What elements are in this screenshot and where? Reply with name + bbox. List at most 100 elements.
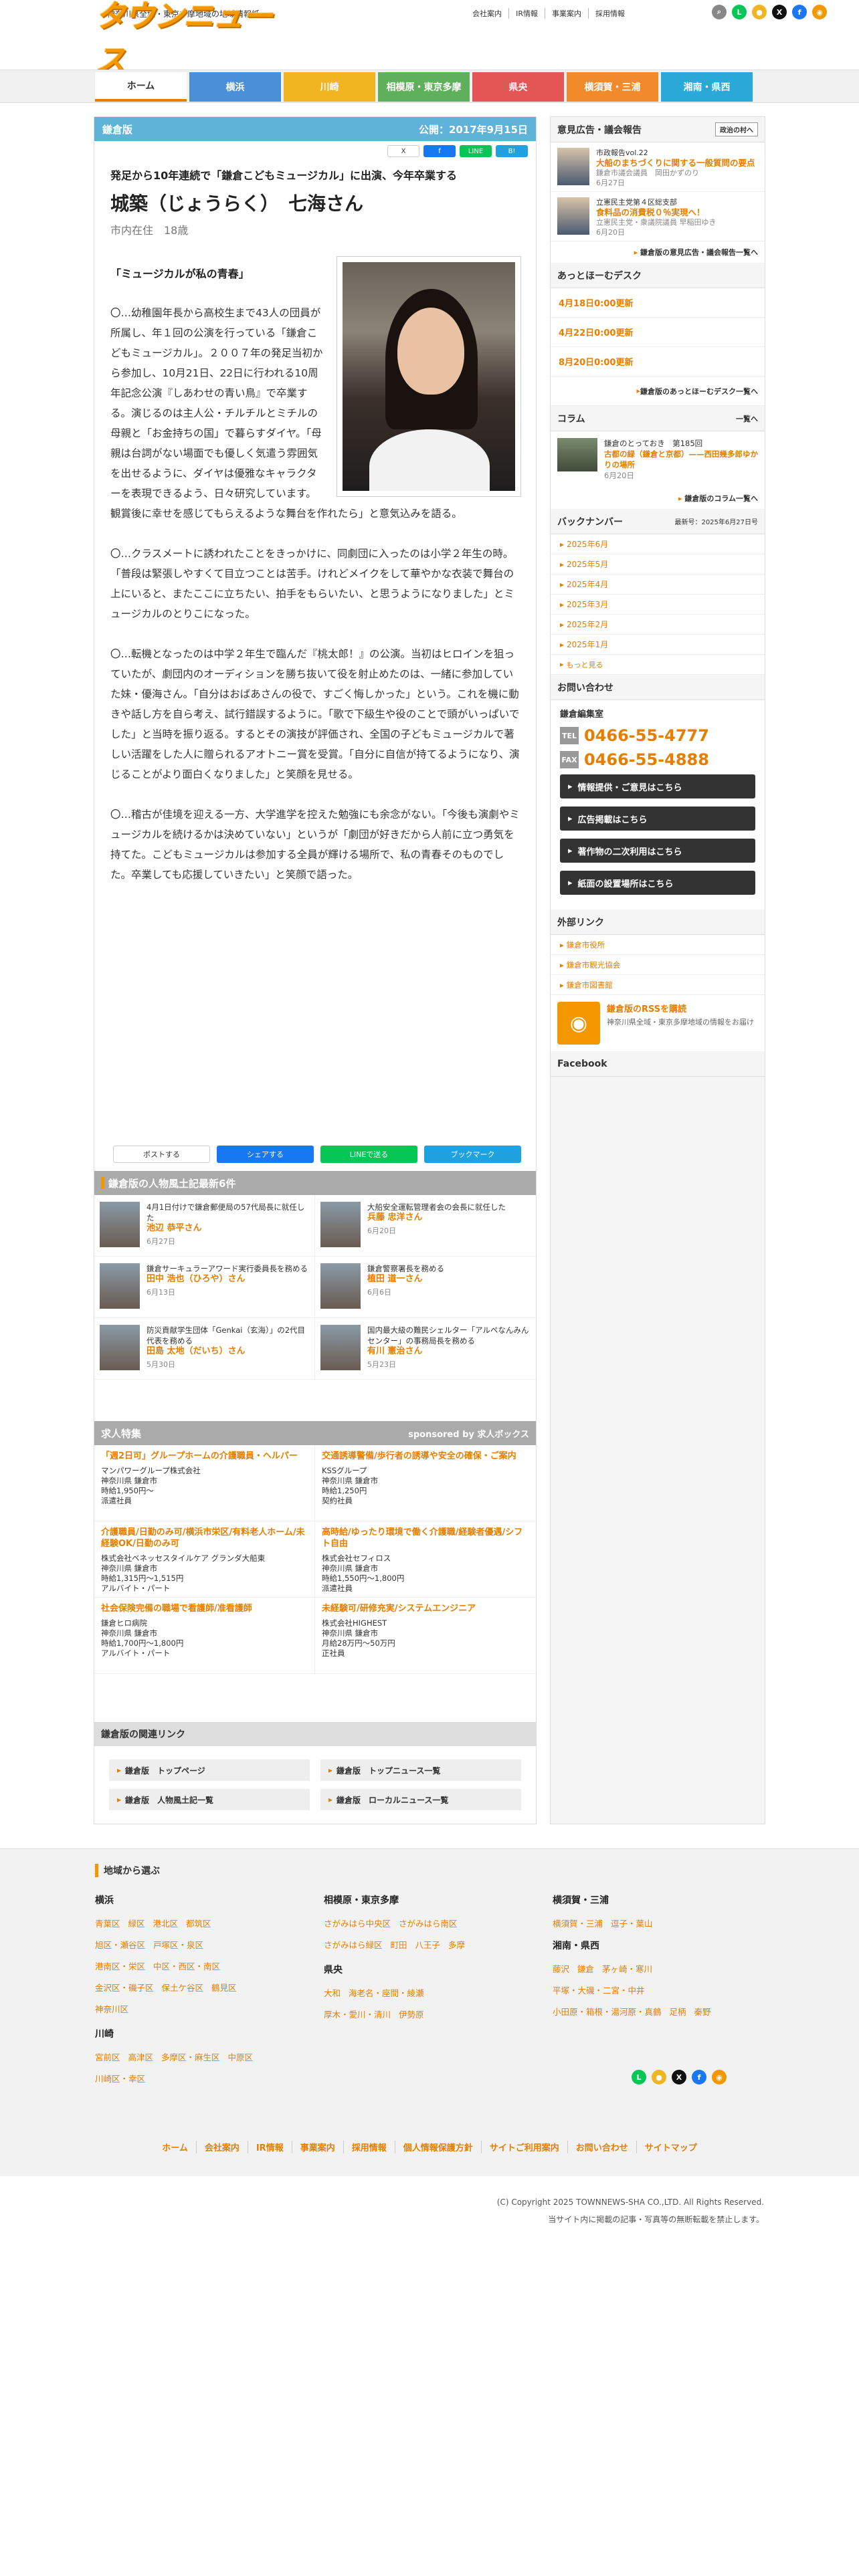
tab-shonan[interactable]: 湘南・県西 [661,72,753,102]
footer-link[interactable]: 港南区・栄区 [95,1961,145,1971]
job-item[interactable]: 未経験可/研修充実/システムエンジニア 株式会社HIGHEST 神奈川県 鎌倉市 月給… [315,1598,536,1674]
chat-icon[interactable]: ● [652,2070,666,2084]
backnumber-item[interactable]: 2025年5月 [551,554,765,574]
share-hatena-small[interactable]: B! [496,145,528,157]
link-business[interactable]: 事業案内 [545,8,589,19]
footer-link[interactable]: 多摩 [448,1940,465,1950]
tab-home[interactable]: ホーム [95,72,187,102]
footer-link[interactable]: 茅ヶ崎・寒川 [602,1964,652,1974]
rss-icon[interactable]: ◉ [812,5,827,19]
tel-number[interactable]: 0466-55-4777 [584,726,709,745]
share-facebook-button[interactable]: シェアする [217,1146,314,1163]
footer-link[interactable]: 港北区 [153,1919,179,1929]
footer-nav-link[interactable]: 個人情報保護方針 [395,2141,482,2153]
job-item[interactable]: 交通誘導警備/歩行者の誘導や安全の確保・ご案内 KSSグループ 神奈川県 鎌倉市 時給… [315,1445,536,1521]
job-item[interactable]: 社会保険完備の職場で看護師/准看護師 鎌倉ヒロ病院 神奈川県 鎌倉市 時給1,700円… [94,1598,315,1674]
footer-link[interactable]: さがみはら中央区 [324,1919,391,1929]
column-item[interactable]: 鎌倉のとっておき 第185回 古都の緑（鎌倉と京都）——西田幾多郎ゆかりの場所 6月… [551,431,765,488]
tab-yokohama[interactable]: 横浜 [189,72,281,102]
person-item-name[interactable]: 池辺 恭平さん [147,1223,309,1234]
footer-link[interactable]: 大和 [324,1988,341,1998]
backnumber-item[interactable]: 2025年4月 [551,574,765,595]
related-link[interactable]: 鎌倉版 人物風土記一覧 [109,1789,310,1810]
line-icon[interactable]: L [732,5,747,19]
footer-link[interactable]: 金沢区・磯子区 [95,1983,154,1993]
ad-more-link[interactable]: 鎌倉版の意見広告・議会報告一覧へ [551,241,765,263]
footer-link[interactable]: 保土ケ谷区 [162,1983,204,1993]
ad-inquiry-button[interactable]: 広告掲載はこちら [560,807,755,831]
site-logo[interactable]: タウンニュース [95,0,284,78]
backnumber-more[interactable]: もっと見る [551,655,765,675]
search-icon[interactable]: ⌕ [712,5,727,19]
footer-nav-link[interactable]: サイトご利用案内 [482,2141,568,2153]
footer-link[interactable]: 高津区 [128,2052,154,2062]
person-item[interactable]: 鎌倉警察署長を務める 植田 道一さん 6月6日 [315,1257,536,1318]
footer-link[interactable]: 神奈川区 [95,2004,128,2014]
footer-link[interactable]: 海老名・座間・綾瀬 [349,1988,424,1998]
footer-link[interactable]: 多摩区・麻生区 [161,2052,220,2062]
backnumber-item[interactable]: 2025年2月 [551,615,765,635]
column-all-link[interactable]: 一覧へ [736,413,758,424]
footer-link[interactable]: 小田原・箱根・湯河原・真鶴 [553,2007,662,2017]
desk-item[interactable]: 4月18日0:00更新 [551,288,765,318]
person-item[interactable]: 大船安全運転管理者会の会長に就任した 兵藤 忠洋さん 6月20日 [315,1195,536,1257]
person-item[interactable]: 4月1日付けで鎌倉郵便局の57代局長に就任した 池辺 恭平さん 6月27日 [94,1195,315,1257]
backnumber-item[interactable]: 2025年6月 [551,534,765,554]
footer-nav-link[interactable]: サイトマップ [637,2141,705,2153]
column-text[interactable]: 古都の緑（鎌倉と京都）——西田幾多郎ゆかりの場所 [604,449,758,470]
footer-link[interactable]: 中原区 [228,2052,254,2062]
job-title[interactable]: 「週2日可」グループホームの介護職員・ヘルパー [101,1451,308,1462]
footer-link[interactable]: 中区・西区・南区 [153,1961,220,1971]
link-ir[interactable]: IR情報 [509,8,545,19]
share-x-button[interactable]: ポストする [113,1146,210,1163]
footer-link[interactable]: 横須賀・三浦 [553,1919,603,1929]
footer-link[interactable]: さがみはら南区 [399,1919,458,1929]
tab-yokosuka[interactable]: 横須賀・三浦 [567,72,658,102]
ad-item[interactable]: 立憲民主党第４区総支部 食料品の消費税０％実現へ！ 立憲民主党・衆議院議員 早稲田ゆ… [551,192,765,241]
tab-kawasaki[interactable]: 川崎 [284,72,375,102]
footer-link[interactable]: 八王子 [415,1940,441,1950]
footer-nav-link[interactable]: IR情報 [248,2141,292,2153]
footer-link[interactable]: 秦野 [694,2007,711,2017]
footer-link[interactable]: 平塚・大磯・二宮・中井 [553,1985,645,1996]
person-item-name[interactable]: 兵藤 忠洋さん [367,1212,506,1223]
external-link[interactable]: 鎌倉市図書館 [551,975,765,995]
person-item[interactable]: 防災貢献学生団体「Genkai（玄海）」の2代目代表を務める 田島 太地（だいち）… [94,1318,315,1380]
person-item-name[interactable]: 植田 道一さん [367,1274,444,1285]
facebook-icon[interactable]: f [792,5,807,19]
footer-link[interactable]: 緑区 [128,1919,145,1929]
footer-nav-link[interactable]: お問い合わせ [568,2141,637,2153]
footer-link[interactable]: さがみはら緑区 [324,1940,383,1950]
footer-nav-link[interactable]: 会社案内 [197,2141,248,2153]
backnumber-item[interactable]: 2025年3月 [551,595,765,615]
person-item-name[interactable]: 田中 浩也（ひろや）さん [147,1274,308,1285]
job-title[interactable]: 交通誘導警備/歩行者の誘導や安全の確保・ご案内 [322,1451,529,1462]
share-line-button[interactable]: LINEで送る [320,1146,417,1163]
desk-item[interactable]: 4月22日0:00更新 [551,318,765,347]
footer-link[interactable]: 厚木・愛川・清川 [324,2010,391,2020]
facebook-icon[interactable]: f [692,2070,706,2084]
footer-nav-link[interactable]: 採用情報 [344,2141,395,2153]
footer-link[interactable]: 都筑区 [186,1919,211,1929]
footer-link[interactable]: 戸塚区・泉区 [153,1940,203,1950]
related-link[interactable]: 鎌倉版 トップニュース一覧 [320,1759,521,1781]
footer-link[interactable]: 逗子・葉山 [611,1919,653,1929]
copyright-use-button[interactable]: 著作物の二次利用はこちら [560,839,755,863]
share-x-small[interactable]: X [387,145,419,157]
footer-link[interactable]: 町田 [391,1940,407,1950]
line-icon[interactable]: L [632,2070,646,2084]
job-item[interactable]: 高時給/ゆったり環境で働く介護職/経験者優遇/シフト自由 株式会社セフィロス 神奈川… [315,1521,536,1598]
footer-link[interactable]: 足柄 [670,2007,686,2017]
jobs-sponsor[interactable]: sponsored by 求人ボックス [408,1427,529,1440]
person-item-name[interactable]: 田島 太地（だいち）さん [147,1346,309,1357]
footer-nav-link[interactable]: 事業案内 [292,2141,344,2153]
tab-sagamihara[interactable]: 相模原・東京多摩 [378,72,470,102]
rss-title[interactable]: 鎌倉版のRSSを購読 [607,1002,754,1014]
external-link[interactable]: 鎌倉市役所 [551,935,765,955]
footer-nav-link[interactable]: ホーム [154,2141,197,2153]
tab-kenou[interactable]: 県央 [472,72,564,102]
backnumber-item[interactable]: 2025年1月 [551,635,765,655]
ad-title[interactable]: 食料品の消費税０％実現へ！ [596,207,717,217]
chat-icon[interactable]: ● [752,5,767,19]
person-item-name[interactable]: 有川 憲治さん [367,1346,531,1357]
